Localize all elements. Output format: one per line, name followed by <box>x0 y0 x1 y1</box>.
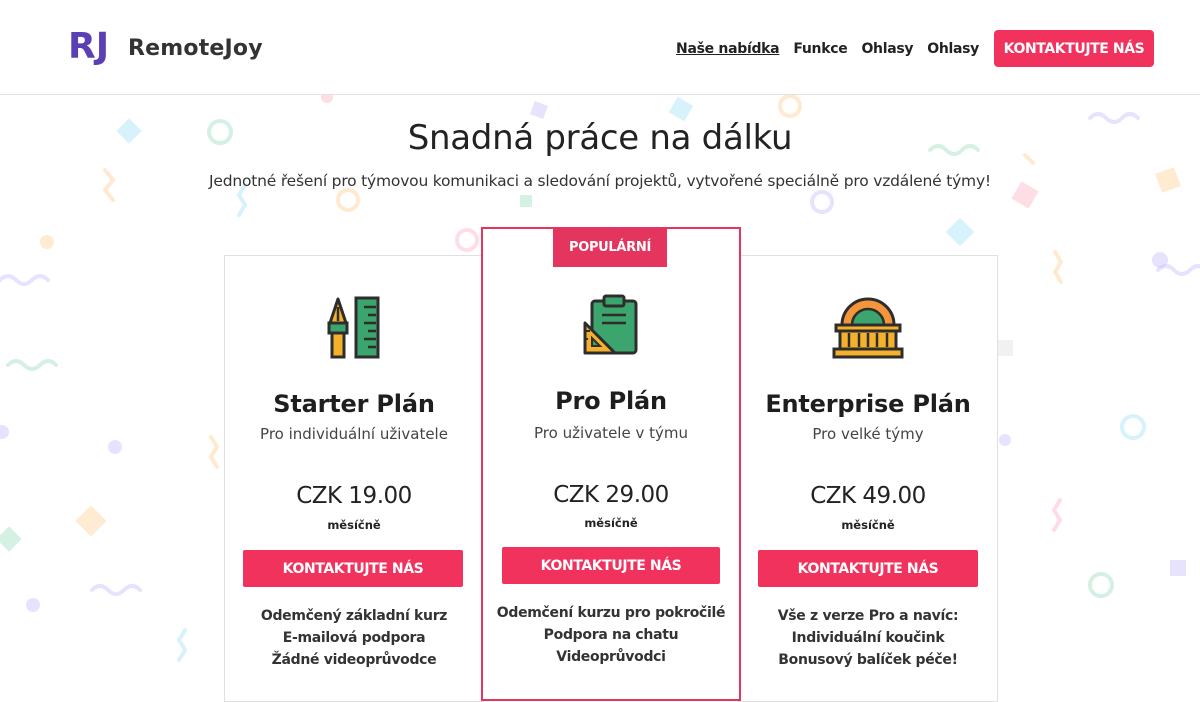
clipboard-set-square-icon <box>583 294 638 355</box>
brand-logo[interactable]: RJ RemoteJoy <box>68 20 263 76</box>
plan-feature: Videoprůvodci <box>556 649 666 665</box>
plan-subtitle: Pro individuální uživatele <box>260 425 448 443</box>
plan-contact-button[interactable]: KONTAKTUJTE NÁS <box>243 550 463 587</box>
plan-title: Enterprise Plán <box>765 390 971 418</box>
nav-item-nase-nabidka[interactable]: Naše nabídka <box>676 41 780 57</box>
plan-features: Odemčení kurzu pro pokročilé Podpora na … <box>483 602 739 668</box>
plan-contact-button[interactable]: KONTAKTUJTE NÁS <box>502 547 720 584</box>
nav-item-funkce[interactable]: Funkce <box>793 41 847 57</box>
plan-title: Pro Plán <box>555 387 667 415</box>
brand-name: RemoteJoy <box>128 35 263 61</box>
plan-price: CZK 49.00 <box>810 483 926 509</box>
pen-ruler-icon <box>327 296 380 359</box>
plan-contact-button[interactable]: KONTAKTUJTE NÁS <box>758 550 978 587</box>
plan-period: měsíčně <box>841 518 895 532</box>
building-icon <box>832 297 904 359</box>
page-title: Snadná práce na dálku <box>407 118 793 158</box>
site-header: RJ RemoteJoy Naše nabídka Funkce Ohlasy … <box>0 0 1200 95</box>
plan-price: CZK 29.00 <box>553 482 669 508</box>
plan-subtitle: Pro uživatele v týmu <box>534 424 688 442</box>
page-subtitle: Jednotné řešení pro týmovou komunikaci a… <box>209 172 991 190</box>
logo-mark-text: RJ <box>68 26 109 67</box>
plan-subtitle: Pro velké týmy <box>812 425 924 443</box>
plan-card-starter: Starter Plán Pro individuální uživatele … <box>224 255 484 702</box>
header-contact-button[interactable]: KONTAKTUJTE NÁS <box>994 30 1154 67</box>
plan-feature: Individuální koučink <box>791 630 945 646</box>
hero-section: Snadná práce na dálku Jednotné řešení pr… <box>0 118 1200 190</box>
plan-card-pro: POPULÁRNÍ Pro Plán Pro uživatele v týmu … <box>481 227 741 701</box>
plan-feature: Vše z verze Pro a navíc: <box>777 608 959 624</box>
plan-period: měsíčně <box>584 516 638 530</box>
plan-feature: Odemčený základní kurz <box>260 608 448 624</box>
plan-feature: Bonusový balíček péče! <box>778 652 958 668</box>
plan-feature: Podpora na chatu <box>543 627 679 643</box>
logo-mark-icon: RJ <box>68 26 109 67</box>
nav-item-ohlasy[interactable]: Ohlasy <box>861 41 913 57</box>
plan-features: Odemčený základní kurz E-mailová podpora… <box>225 605 483 671</box>
plan-card-enterprise: Enterprise Plán Pro velké týmy CZK 49.00… <box>738 255 998 702</box>
plan-feature: Žádné videoprůvodce <box>271 652 437 668</box>
main-nav: Naše nabídka Funkce Ohlasy Ohlasy KONTAK… <box>662 30 1154 67</box>
plan-period: měsíčně <box>327 518 381 532</box>
plan-feature: Odemčení kurzu pro pokročilé <box>496 605 726 621</box>
nav-item-ohlasy-2[interactable]: Ohlasy <box>927 41 979 57</box>
plan-features: Vše z verze Pro a navíc: Individuální ko… <box>739 605 997 671</box>
plan-title: Starter Plán <box>273 390 435 418</box>
plan-price: CZK 19.00 <box>296 483 412 509</box>
popular-badge: POPULÁRNÍ <box>553 229 667 267</box>
plan-feature: E-mailová podpora <box>282 630 426 646</box>
